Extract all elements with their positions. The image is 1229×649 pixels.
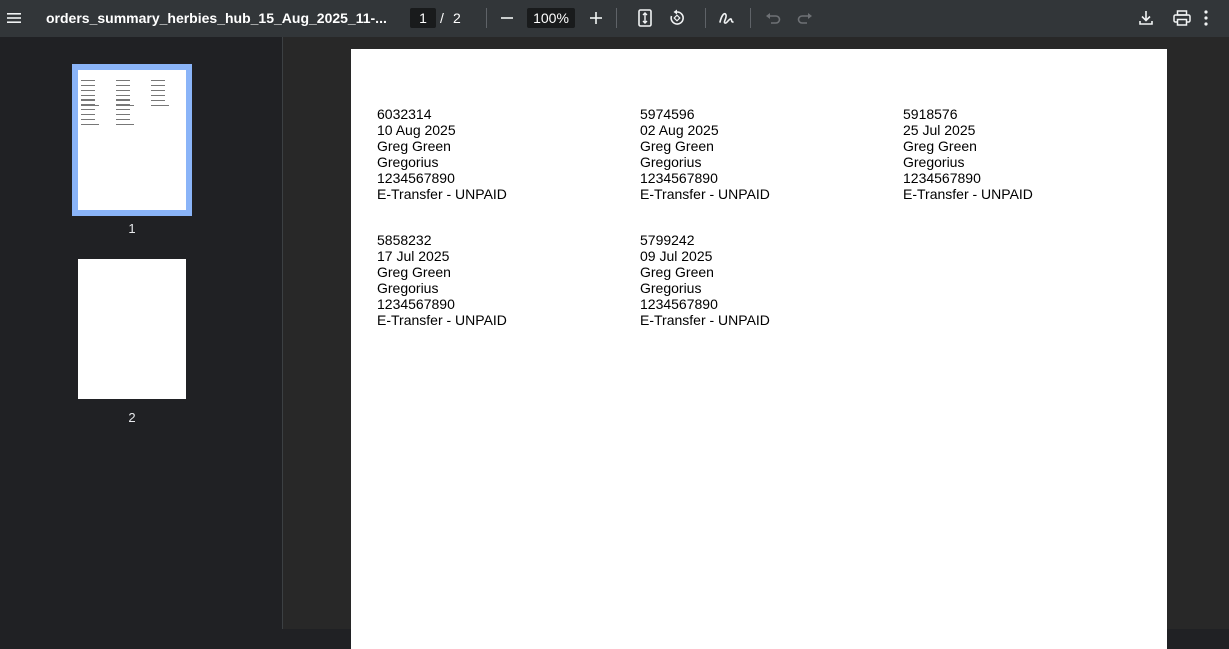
download-icon <box>1138 10 1154 26</box>
phone-number: 1234567890 <box>377 170 455 186</box>
phone-number: 1234567890 <box>377 296 455 312</box>
toolbar-divider <box>750 8 751 28</box>
order-record: 5918576 25 Jul 2025 Greg Green Gregorius… <box>903 106 1033 202</box>
order-id: 5918576 <box>903 106 958 122</box>
order-record: 6032314 10 Aug 2025 Greg Green Gregorius… <box>377 106 507 202</box>
order-date: 17 Jul 2025 <box>377 248 450 264</box>
page-thumbnail-2[interactable] <box>78 259 186 399</box>
phone-number: 1234567890 <box>640 296 718 312</box>
more-options-button[interactable] <box>1196 4 1216 32</box>
customer-name: Greg Green <box>903 138 977 154</box>
plus-icon <box>589 11 603 25</box>
company-name: Gregorius <box>903 154 965 170</box>
company-name: Gregorius <box>640 280 702 296</box>
order-id: 5974596 <box>640 106 695 122</box>
redo-icon <box>797 11 813 25</box>
thumbnail-label: 2 <box>128 410 136 425</box>
order-date: 10 Aug 2025 <box>377 122 456 138</box>
page-thumbnail-1[interactable] <box>72 64 192 216</box>
undo-icon <box>765 11 781 25</box>
customer-name: Greg Green <box>377 264 451 280</box>
pen-scribble-icon <box>718 10 736 26</box>
page-number-input[interactable] <box>410 8 436 28</box>
order-id: 6032314 <box>377 106 432 122</box>
redo-button[interactable] <box>791 4 819 32</box>
zoom-input[interactable] <box>527 8 575 28</box>
order-date: 09 Jul 2025 <box>640 248 713 264</box>
customer-name: Greg Green <box>640 264 714 280</box>
order-id: 5858232 <box>377 232 432 248</box>
fit-page-button[interactable] <box>631 4 659 32</box>
order-date: 02 Aug 2025 <box>640 122 719 138</box>
undo-button[interactable] <box>759 4 787 32</box>
payment-status: E-Transfer - UNPAID <box>903 186 1033 202</box>
more-vert-icon <box>1204 10 1208 26</box>
payment-status: E-Transfer - UNPAID <box>377 312 507 328</box>
phone-number: 1234567890 <box>640 170 718 186</box>
phone-number: 1234567890 <box>903 170 981 186</box>
toolbar-divider <box>616 8 617 28</box>
printer-icon <box>1173 10 1191 26</box>
order-date: 25 Jul 2025 <box>903 122 976 138</box>
menu-button[interactable] <box>0 4 28 32</box>
page-separator: / <box>440 10 444 26</box>
thumbnail-preview <box>116 98 134 128</box>
rotate-icon <box>668 9 686 27</box>
toolbar-divider <box>486 8 487 28</box>
total-pages: 2 <box>453 10 461 26</box>
order-record: 5974596 02 Aug 2025 Greg Green Gregorius… <box>640 106 770 202</box>
payment-status: E-Transfer - UNPAID <box>640 186 770 202</box>
payment-status: E-Transfer - UNPAID <box>377 186 507 202</box>
order-id: 5799242 <box>640 232 695 248</box>
zoom-out-button[interactable] <box>493 4 521 32</box>
document-title: orders_summary_herbies_hub_15_Aug_2025_1… <box>46 10 387 26</box>
pdf-page: 6032314 10 Aug 2025 Greg Green Gregorius… <box>351 49 1167 649</box>
company-name: Gregorius <box>377 154 439 170</box>
draw-button[interactable] <box>713 4 741 32</box>
thumbnail-label: 1 <box>128 221 136 236</box>
hamburger-icon <box>6 12 22 24</box>
order-record: 5799242 09 Jul 2025 Greg Green Gregorius… <box>640 232 770 328</box>
thumbnail-sidebar: 1 2 <box>0 37 283 629</box>
order-record: 5858232 17 Jul 2025 Greg Green Gregorius… <box>377 232 507 328</box>
toolbar-divider <box>705 8 706 28</box>
company-name: Gregorius <box>377 280 439 296</box>
thumbnail-preview <box>151 79 169 109</box>
fit-to-page-icon <box>637 9 653 27</box>
pdf-toolbar: orders_summary_herbies_hub_15_Aug_2025_1… <box>0 0 1229 37</box>
customer-name: Greg Green <box>640 138 714 154</box>
payment-status: E-Transfer - UNPAID <box>640 312 770 328</box>
customer-name: Greg Green <box>377 138 451 154</box>
minus-icon <box>500 11 514 25</box>
print-button[interactable] <box>1168 4 1196 32</box>
thumbnail-preview <box>81 98 99 128</box>
download-button[interactable] <box>1132 4 1160 32</box>
rotate-button[interactable] <box>663 4 691 32</box>
zoom-in-button[interactable] <box>582 4 610 32</box>
company-name: Gregorius <box>640 154 702 170</box>
